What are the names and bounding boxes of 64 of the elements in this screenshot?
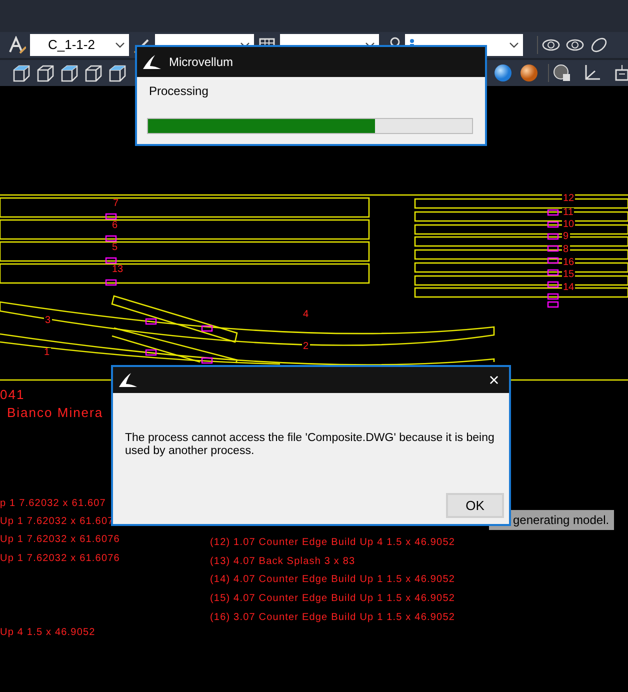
part-list-line: Up 1 7.62032 x 61.6076	[0, 554, 120, 564]
part-list-line: (15) 4.07 Counter Edge Build Up 1 1.5 x 46.9052	[210, 594, 456, 604]
chevron-down-icon[interactable]	[509, 42, 519, 48]
cube-icon[interactable]	[108, 64, 127, 82]
part-number: 16	[562, 258, 576, 268]
part-list-line: Up 1 7.62032 x 61.6076	[0, 535, 120, 545]
part-number: 13	[111, 265, 124, 275]
dimension-mark	[547, 233, 559, 240]
part-number: 7	[112, 199, 120, 209]
frame-icon[interactable]	[613, 64, 628, 82]
progress-message: Processing	[149, 83, 210, 100]
part-number: 8	[562, 245, 570, 255]
text-style-icon[interactable]	[8, 36, 26, 54]
part-number: 14	[562, 283, 576, 293]
part-number: 1	[43, 348, 51, 358]
dropdown[interactable]: C_1-1-2	[30, 34, 129, 56]
part-number: 5	[111, 243, 119, 253]
drawing-label: Bianco Minera	[7, 406, 104, 419]
window-title: Microvellum	[169, 54, 234, 71]
dimension-mark	[547, 269, 559, 276]
part-number: 11	[562, 208, 574, 218]
dimension-mark	[547, 221, 559, 228]
cube-icon[interactable]	[84, 64, 103, 82]
close-button[interactable]: ×	[479, 368, 509, 392]
part-list-line: Up 4 1.5 x 46.9052	[0, 628, 96, 638]
ok-button[interactable]: OK	[446, 493, 504, 518]
logo-icon[interactable]	[117, 371, 137, 389]
cube-icon[interactable]	[60, 64, 79, 82]
part-number: 10	[562, 220, 576, 230]
dimension-mark	[547, 281, 559, 288]
dimension-mark	[201, 325, 213, 332]
part-number: 3	[44, 316, 52, 326]
part-list-line: p 1 7.62032 x 61.607	[0, 499, 106, 509]
dimension-mark	[145, 349, 157, 356]
part-number: 12	[562, 194, 576, 204]
logo-icon[interactable]	[141, 53, 161, 71]
part-number: 15	[562, 270, 576, 280]
part-number: 4	[302, 310, 310, 320]
sphere-icon[interactable]	[520, 64, 538, 82]
dimension-mark	[547, 209, 559, 216]
dimension-mark	[105, 257, 117, 264]
dimension-mark	[105, 213, 117, 220]
part-list-line: (12) 1.07 Counter Edge Build Up 4 1.5 x 46.9052	[210, 538, 456, 548]
cube-icon[interactable]	[36, 64, 55, 82]
part-number: 9	[562, 232, 570, 242]
axis-icon[interactable]	[583, 64, 601, 82]
chevron-down-icon[interactable]	[115, 42, 125, 48]
sphere-icon[interactable]	[494, 64, 512, 82]
dimension-mark	[105, 279, 117, 286]
cube-icon[interactable]	[12, 64, 31, 82]
render-icon[interactable]	[553, 64, 571, 82]
dimension-mark	[201, 357, 213, 364]
dimension-mark	[105, 235, 117, 242]
orbit-icon[interactable]	[590, 36, 608, 54]
part-list-line: (13) 4.07 Back Splash 3 x 83	[210, 556, 356, 567]
dimension-mark	[547, 257, 559, 264]
part-number: 6	[111, 221, 119, 231]
part-list-line: (14) 4.07 Counter Edge Build Up 1 1.5 x 46.9052	[210, 575, 456, 586]
part-list-line: (16) 3.07 Counter Edge Build Up 1 1.5 x 46.9052	[210, 612, 456, 623]
dimension-mark	[547, 245, 559, 252]
error-message: The process cannot access the file 'Composite.DWG' because it is being used by another process.	[125, 432, 496, 459]
part-number: 2	[302, 342, 310, 352]
dimension-mark	[145, 318, 157, 325]
drawing-label: 041	[0, 388, 25, 401]
